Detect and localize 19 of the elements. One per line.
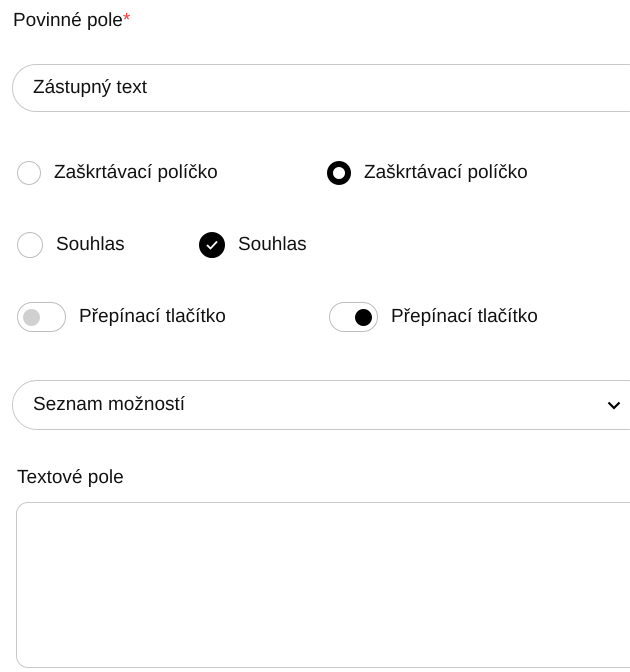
radio-label: Zaškrtávací políčko: [54, 162, 218, 184]
radio-button[interactable]: [327, 161, 351, 185]
toggle-label: Přepínací tlačítko: [79, 306, 226, 328]
toggle-label: Přepínací tlačítko: [391, 306, 538, 328]
checkbox-label: Souhlas: [238, 234, 307, 256]
checkbox[interactable]: [17, 232, 43, 258]
checkbox[interactable]: [199, 232, 225, 258]
checkbox-label: Souhlas: [56, 234, 125, 256]
dropdown[interactable]: Seznam možností: [12, 380, 630, 430]
text-area[interactable]: [16, 502, 630, 668]
chevron-down-icon: [607, 400, 621, 410]
toggle-switch[interactable]: [17, 302, 66, 332]
field-label: Povinné pole*: [13, 9, 130, 33]
check-icon: [206, 240, 218, 250]
radio-label: Zaškrtávací políčko: [364, 162, 528, 184]
radio-button[interactable]: [17, 161, 41, 185]
textarea-label: Textové pole: [17, 467, 124, 489]
text-field[interactable]: Zástupný text: [12, 64, 630, 112]
toggle-switch[interactable]: [329, 302, 378, 332]
